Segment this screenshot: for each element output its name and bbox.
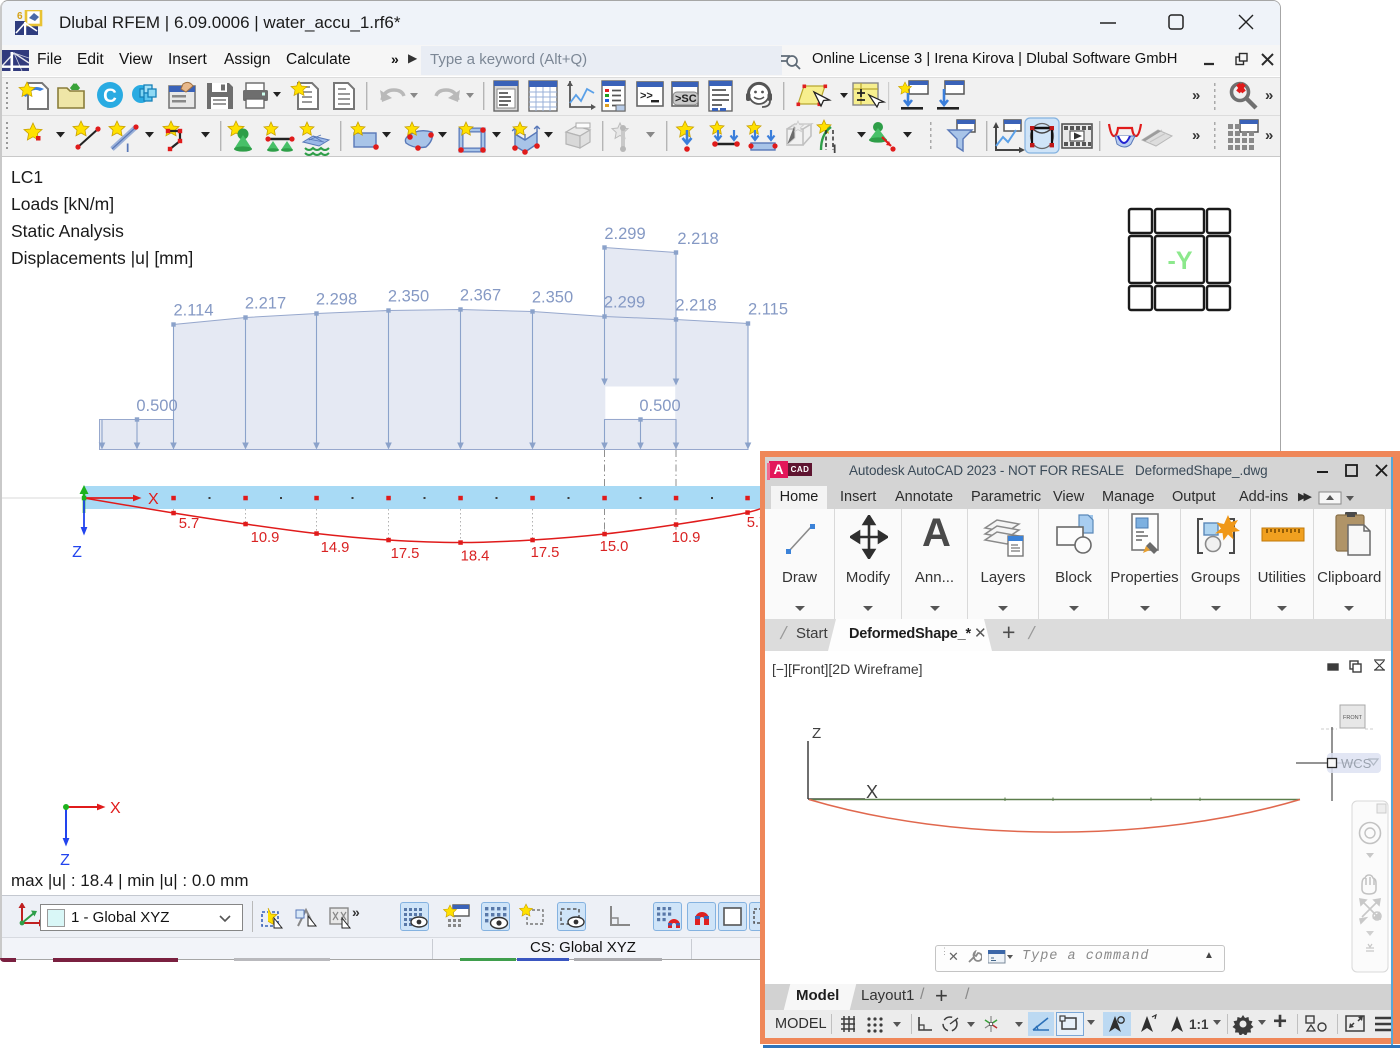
svg-text:»: » [1192,87,1200,104]
svg-text:2.350: 2.350 [532,289,573,307]
svg-text:»: » [1192,127,1200,144]
svg-text:2.350: 2.350 [388,288,429,306]
svg-text:18.4: 18.4 [461,549,490,565]
svg-text:10.9: 10.9 [672,530,701,546]
svg-text:»: » [1265,127,1273,144]
svg-text:X: X [148,491,159,508]
svg-text:C: C [103,86,117,107]
svg-text:2.218: 2.218 [675,297,716,315]
svg-text:2.217: 2.217 [245,295,286,313]
svg-text:2.299: 2.299 [604,294,645,312]
svg-text:17.5: 17.5 [531,545,560,561]
svg-text:2.114: 2.114 [173,302,213,320]
svg-text:6: 6 [17,11,23,22]
svg-text:17.5: 17.5 [391,546,420,562]
svg-text:14.9: 14.9 [321,540,350,556]
svg-text:I: I [833,142,836,156]
svg-text:2.115: 2.115 [748,301,788,319]
svg-text:Z: Z [812,725,821,742]
svg-text:15.0: 15.0 [600,539,629,555]
svg-text:2.299: 2.299 [604,225,645,243]
svg-text:>>: >> [640,90,653,102]
svg-text:FRONT: FRONT [1343,715,1363,721]
svg-text:2.367: 2.367 [460,287,501,305]
svg-text:0.500: 0.500 [136,397,177,415]
svg-text:X: X [110,800,121,817]
svg-text:Z: Z [72,544,82,561]
svg-text:»: » [1265,87,1273,104]
svg-text:Z: Z [60,852,70,869]
svg-text:>SC: >SC [675,93,697,105]
svg-text:10.9: 10.9 [251,530,280,546]
svg-text:0.500: 0.500 [639,397,680,415]
svg-text:-Y: -Y [1168,247,1193,275]
svg-text:2.218: 2.218 [677,230,718,248]
svg-text:2.298: 2.298 [316,291,357,309]
svg-text:5.7: 5.7 [179,516,200,532]
svg-text:WCS: WCS [1341,756,1372,771]
svg-text:I: I [126,141,129,155]
